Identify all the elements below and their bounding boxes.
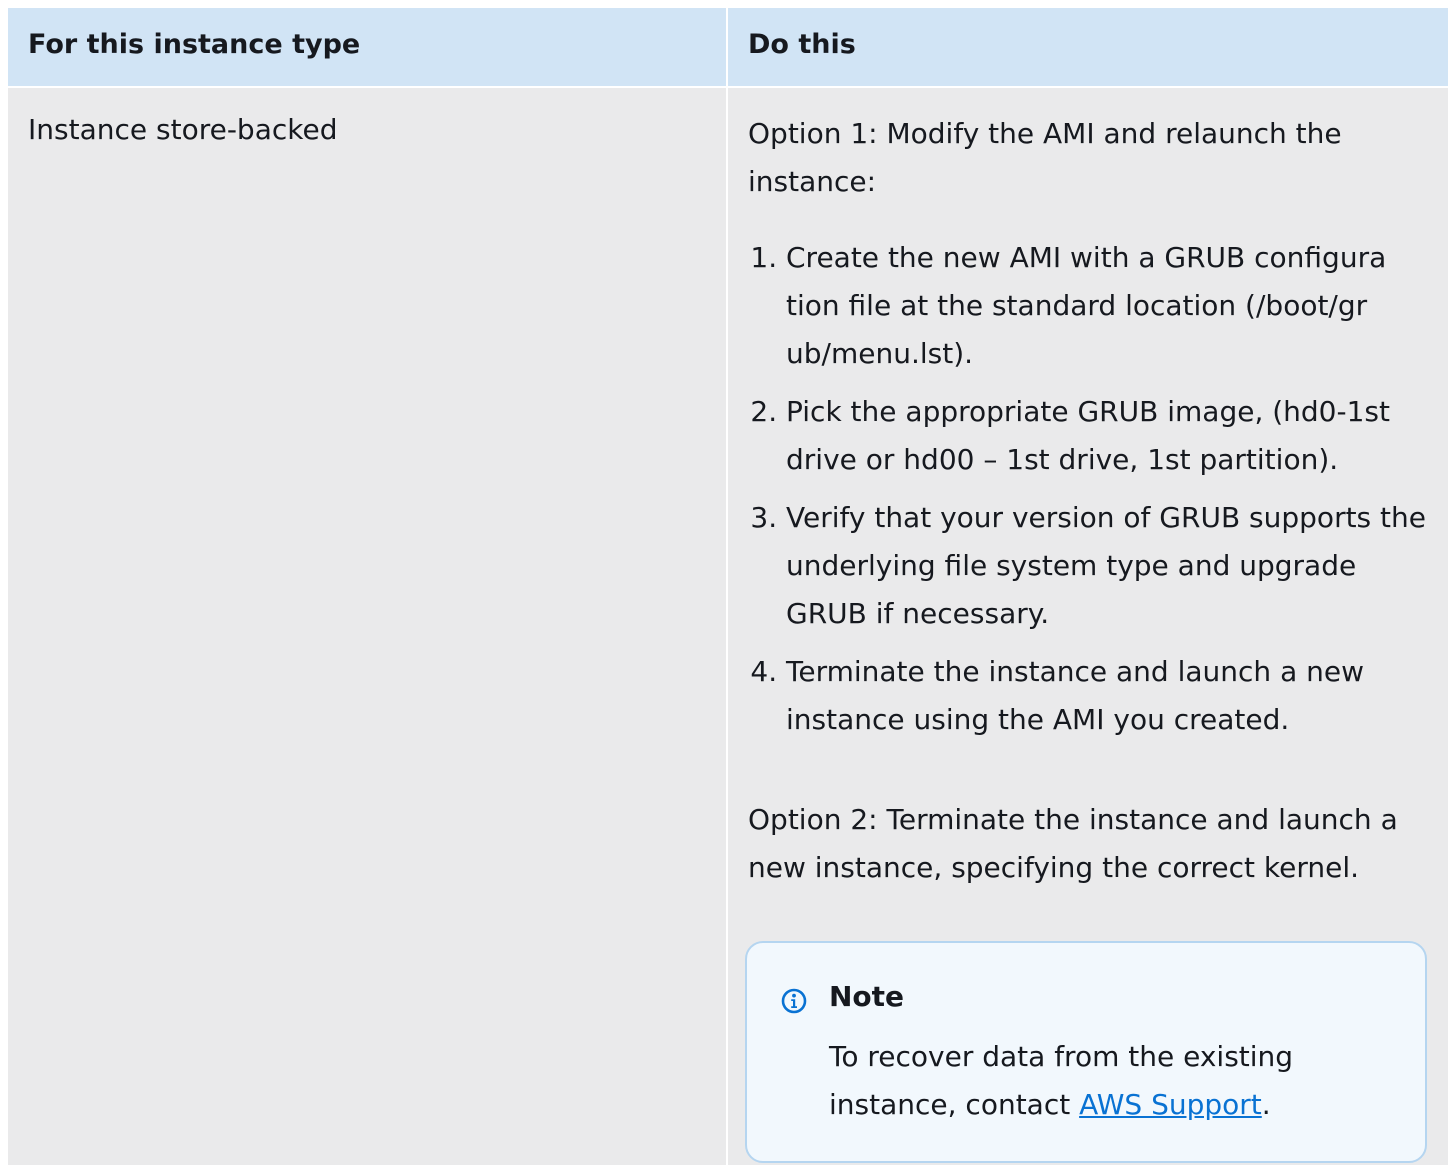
option-1-text: Option 1: Modify the AMI and relaunch th…	[748, 117, 1342, 198]
note-text: To recover data from the existing instan…	[829, 1033, 1389, 1129]
header-instance-type: For this instance type	[28, 29, 361, 60]
step-item: Verify that your version of GRUB support…	[786, 494, 1428, 638]
step-item: Create the new AMI with a GRUB configura…	[786, 234, 1428, 378]
step-item: Pick the appropriate GRUB image, (hd0-1s…	[786, 388, 1428, 484]
table-header-row: For this instance type Do this	[8, 8, 1448, 86]
info-icon	[781, 988, 807, 1014]
note-title: Note	[829, 980, 905, 1013]
aws-support-link[interactable]: AWS Support	[1079, 1088, 1262, 1121]
table-row: Instance store-backed Option 1: Modify t…	[8, 88, 1448, 1165]
step-item: Terminate the instance and launch a new …	[786, 648, 1428, 744]
instance-type-cell: Instance store-backed	[28, 113, 338, 146]
option-2-text: Option 2: Terminate the instance and lau…	[748, 803, 1398, 884]
action-cell: Option 1: Modify the AMI and relaunch th…	[748, 110, 1428, 892]
steps-list: Create the new AMI with a GRUB configura…	[748, 234, 1428, 744]
note-text-after: .	[1261, 1088, 1271, 1121]
note-box: Note To recover data from the existing i…	[745, 941, 1427, 1163]
header-do-this: Do this	[748, 29, 856, 60]
instance-type-table: For this instance type Do this Instance …	[8, 8, 1448, 1165]
column-divider	[726, 8, 728, 1165]
